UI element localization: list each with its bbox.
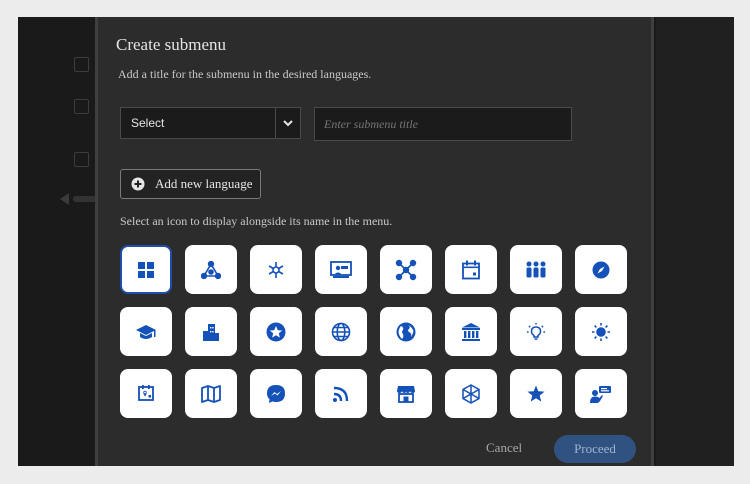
icon-option-grid[interactable] [120,245,172,294]
sun-icon [592,322,610,341]
icon-option-bank[interactable] [445,307,497,356]
bank-icon [462,322,480,341]
network-triangle-icon [201,260,221,279]
dialog-subtitle: Add a title for the submenu in the desir… [118,67,372,81]
background-bar [73,196,97,202]
rss-icon [333,386,349,402]
messenger-icon [267,384,285,403]
connections-icon [395,259,417,280]
icon-option-calendar[interactable] [445,245,497,294]
store-icon [397,385,415,403]
map-icon [201,384,221,403]
graduation-cap-icon [136,324,156,339]
plus-circle-icon [131,177,145,191]
background-checkbox [74,57,89,72]
language-select-value: Select [131,116,165,130]
icon-option-presentation[interactable] [315,245,367,294]
lightbulb-icon [527,322,545,340]
earth-icon [396,322,416,341]
icon-option-connections[interactable] [380,245,432,294]
hub-icon [268,261,284,278]
icon-option-buildings[interactable] [185,307,237,356]
dialog-title: Create submenu [116,35,226,54]
icon-option-hub[interactable] [250,245,302,294]
cancel-button[interactable]: Cancel [486,440,522,456]
icon-option-sun[interactable] [575,307,627,356]
icon-option-network-triangle[interactable] [185,245,237,294]
add-new-language-label: Add new language [155,176,253,191]
icon-hint-text: Select an icon to display alongside its … [120,214,393,228]
calendar-icon [462,260,480,279]
proceed-button[interactable]: Proceed [554,435,636,463]
icon-option-star[interactable] [510,369,562,418]
submenu-title-input[interactable] [314,107,572,141]
icon-option-map[interactable] [185,369,237,418]
icon-option-cube-network[interactable] [445,369,497,418]
background-side-pane [656,17,734,466]
icon-option-location-calendar[interactable] [120,369,172,418]
background-checkbox [74,99,89,114]
icon-option-presenter[interactable] [575,369,627,418]
cube-network-icon [462,383,480,404]
background-arrow-icon [60,193,69,205]
compass-icon [592,261,610,278]
chevron-down-icon[interactable] [275,108,300,138]
icon-option-earth[interactable] [380,307,432,356]
globe-icon [331,322,351,341]
grid-icon [138,261,154,278]
create-submenu-dialog: Create submenu Add a title for the subme… [95,17,654,466]
icon-option-graduation-cap[interactable] [120,307,172,356]
star-icon [527,385,545,402]
icon-option-people[interactable] [510,245,562,294]
icon-option-rss[interactable] [315,369,367,418]
background-checkbox [74,152,89,167]
location-calendar-icon [138,384,154,401]
icon-option-messenger[interactable] [250,369,302,418]
people-icon [526,261,546,277]
icon-option-store[interactable] [380,369,432,418]
icon-option-star-badge[interactable] [250,307,302,356]
buildings-icon [203,323,219,341]
add-new-language-button[interactable]: Add new language [120,169,261,199]
presenter-icon [590,385,611,403]
icon-option-lightbulb[interactable] [510,307,562,356]
icon-option-compass[interactable] [575,245,627,294]
presentation-icon [330,260,352,278]
language-select[interactable]: Select [120,107,301,139]
icon-option-globe[interactable] [315,307,367,356]
star-badge-icon [266,322,286,341]
